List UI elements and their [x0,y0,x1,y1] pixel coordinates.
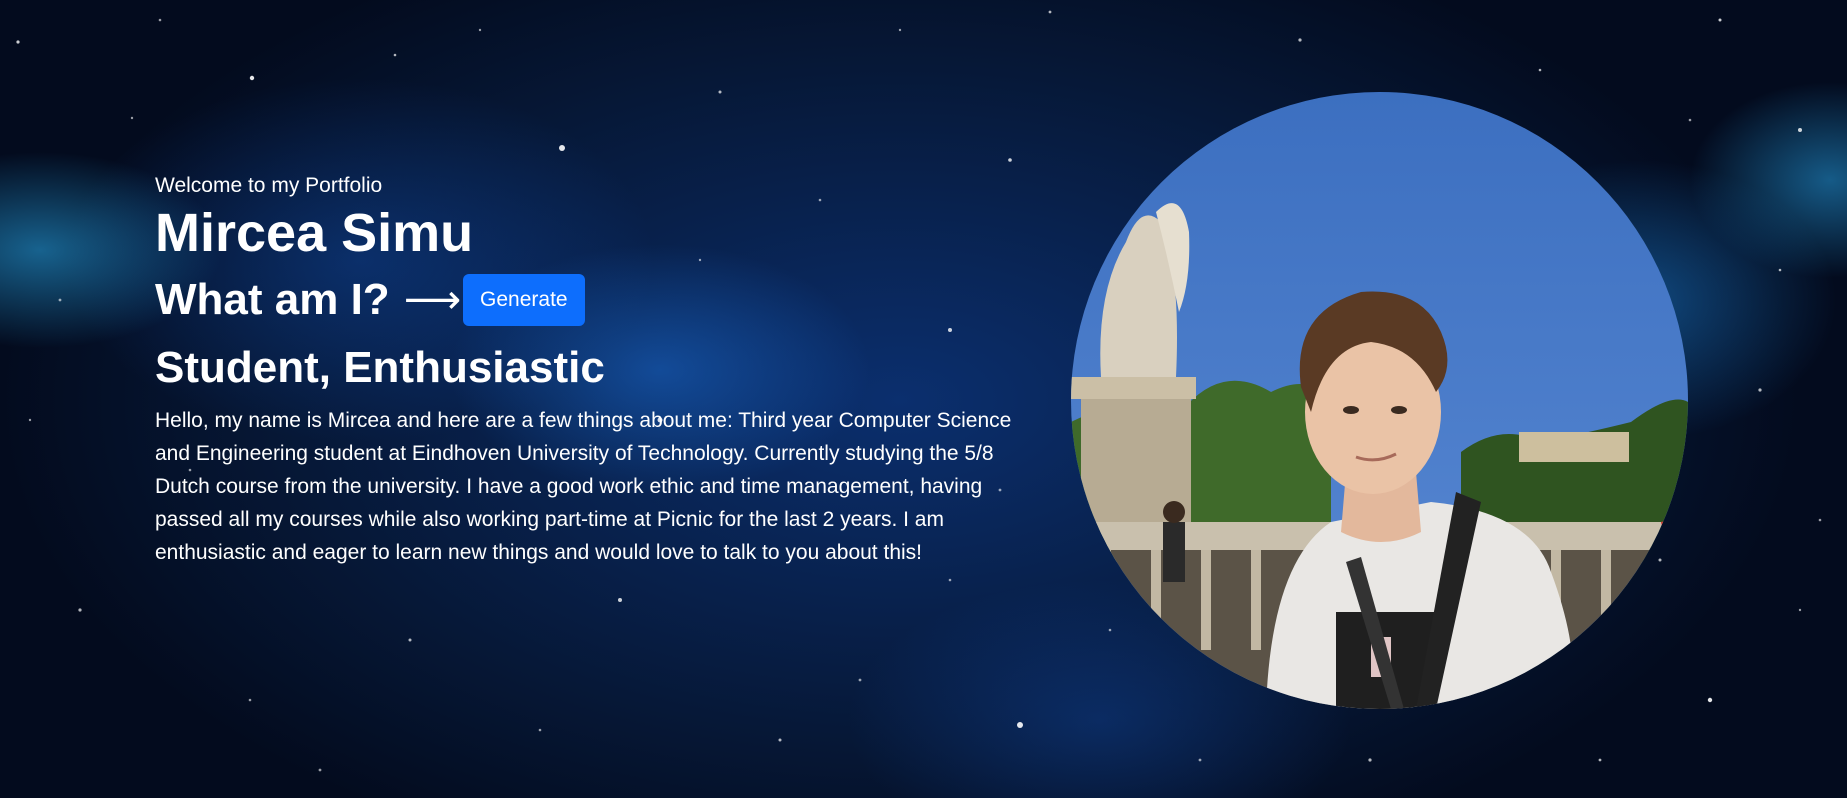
right-arrow-icon: ⟶ [403,278,462,322]
what-am-i-row: What am I? ⟶ Generate [155,264,1035,336]
generated-role-text: Student, Enthusiastic [155,343,605,392]
hero-section: Welcome to my Portfolio Mircea Simu What… [155,170,1035,569]
profile-photo-illustration [1071,92,1688,709]
what-am-i-heading: What am I? [155,275,390,324]
generate-button[interactable]: Generate [463,274,585,326]
bio-paragraph: Hello, my name is Mircea and here are a … [155,409,1012,564]
welcome-text: Welcome to my Portfolio [155,174,383,197]
profile-photo [1071,92,1688,709]
page-title: Mircea Simu [155,203,474,263]
